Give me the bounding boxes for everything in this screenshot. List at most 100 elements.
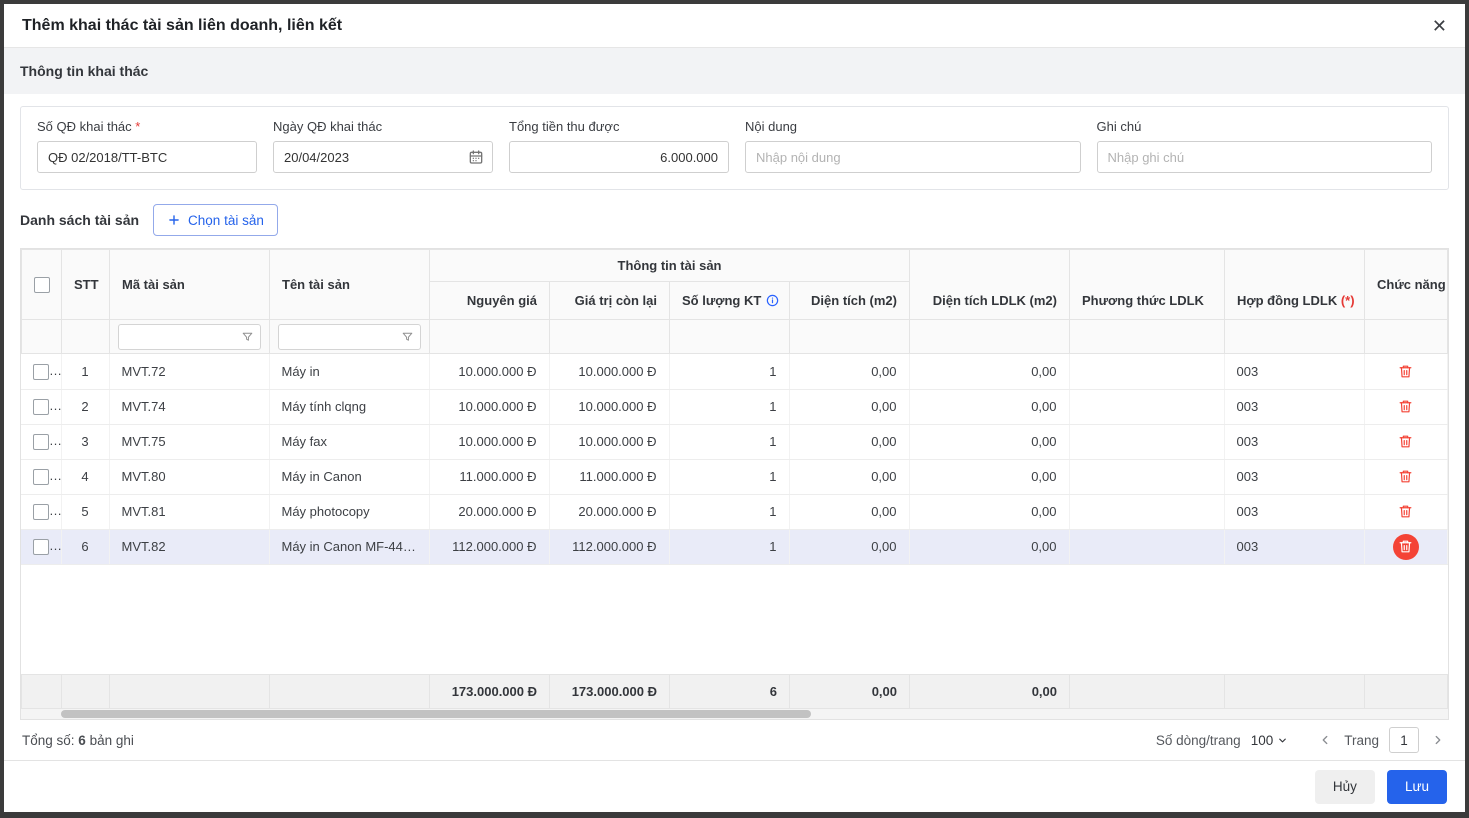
page-number-input[interactable]: 1 bbox=[1389, 727, 1419, 753]
info-section-title: Thông tin khai thác bbox=[20, 63, 149, 79]
cell-contract: 003 bbox=[1224, 494, 1365, 530]
required-asterisk: * bbox=[135, 119, 141, 134]
cell-contract: 003 bbox=[1224, 424, 1365, 460]
total-row: 173.000.000 Đ 173.000.000 Đ 6 0,00 0,00 bbox=[21, 674, 1448, 709]
delete-row-button[interactable] bbox=[1393, 358, 1419, 384]
chevron-left-icon bbox=[1318, 733, 1332, 747]
rows-per-page-select[interactable]: 100 bbox=[1251, 733, 1289, 748]
name-filter-input[interactable] bbox=[278, 323, 421, 350]
cell-remaining: 11.000.000 Đ bbox=[549, 459, 670, 495]
cell-name: Máy in Canon bbox=[269, 459, 430, 495]
prev-page-button[interactable] bbox=[1316, 731, 1334, 749]
horizontal-scrollbar[interactable] bbox=[21, 709, 1448, 719]
filter-icon[interactable] bbox=[401, 330, 414, 343]
cancel-button[interactable]: Hủy bbox=[1314, 769, 1375, 804]
decision-number-label: Số QĐ khai thác * bbox=[37, 119, 141, 134]
cell-method bbox=[1069, 424, 1225, 460]
choose-asset-button[interactable]: Chọn tài sản bbox=[153, 204, 278, 236]
total-amount-input[interactable] bbox=[509, 141, 729, 173]
row-checkbox[interactable] bbox=[33, 538, 49, 555]
info-icon[interactable] bbox=[766, 294, 779, 307]
cell-method bbox=[1069, 354, 1225, 390]
cell-name: Máy in bbox=[269, 354, 430, 390]
cell-method bbox=[1069, 529, 1225, 565]
decision-number-field: Số QĐ khai thác * bbox=[37, 119, 257, 173]
delete-row-button[interactable] bbox=[1393, 464, 1419, 490]
cell-remaining: 10.000.000 Đ bbox=[549, 424, 670, 460]
decision-date-field: Ngày QĐ khai thác bbox=[273, 119, 493, 173]
cell-area-ldlk: 0,00 bbox=[909, 354, 1070, 390]
note-input[interactable] bbox=[1096, 141, 1432, 173]
cell-contract: 003 bbox=[1224, 459, 1365, 495]
delete-row-button[interactable] bbox=[1392, 533, 1419, 560]
cell-area: 0,00 bbox=[789, 354, 910, 390]
cell-checkbox bbox=[21, 424, 62, 460]
add-asset-exploitation-dialog: Thêm khai thác tài sản liên doanh, liên … bbox=[4, 4, 1465, 812]
asset-list-header: Danh sách tài sản Chọn tài sản bbox=[20, 204, 1449, 236]
total-remaining: 173.000.000 Đ bbox=[549, 674, 670, 709]
cell-contract: 003 bbox=[1224, 354, 1365, 390]
row-checkbox[interactable] bbox=[33, 398, 49, 415]
total-cost: 173.000.000 Đ bbox=[429, 674, 550, 709]
dialog-header: Thêm khai thác tài sản liên doanh, liên … bbox=[4, 4, 1465, 48]
horizontal-scrollbar-thumb[interactable] bbox=[61, 710, 811, 718]
cell-qty: 1 bbox=[669, 354, 790, 390]
select-all-checkbox[interactable] bbox=[34, 276, 50, 293]
cell-name: Máy in Canon MF-445D... bbox=[269, 529, 430, 565]
cell-area-ldlk: 0,00 bbox=[909, 389, 1070, 425]
cell-cost: 10.000.000 Đ bbox=[429, 354, 550, 390]
table-row: 5 MVT.81 Máy photocopy 20.000.000 Đ 20.000.0… bbox=[21, 494, 1448, 530]
decision-date-input[interactable] bbox=[273, 141, 493, 173]
table-row: 6 MVT.82 Máy in Canon MF-445D... 112.000.00… bbox=[21, 529, 1448, 565]
cell-area: 0,00 bbox=[789, 494, 910, 530]
delete-row-button[interactable] bbox=[1393, 394, 1419, 420]
calendar-icon[interactable] bbox=[468, 149, 484, 165]
content-input[interactable] bbox=[745, 141, 1081, 173]
cell-actions bbox=[1364, 354, 1448, 390]
total-qty: 6 bbox=[669, 674, 790, 709]
record-count: Tổng số: 6 bản ghi bbox=[22, 732, 134, 748]
col-group-asset-info: Thông tin tài sản bbox=[429, 249, 910, 282]
cell-name: Máy fax bbox=[269, 424, 430, 460]
cell-actions bbox=[1364, 424, 1448, 460]
code-filter-input[interactable] bbox=[118, 323, 261, 350]
cell-cost: 10.000.000 Đ bbox=[429, 424, 550, 460]
total-area: 0,00 bbox=[789, 674, 910, 709]
select-all-header-cell bbox=[21, 249, 62, 320]
asset-table: STT Mã tài sản Tên tài sản Thông tin tài… bbox=[20, 248, 1449, 720]
delete-row-button[interactable] bbox=[1393, 429, 1419, 455]
cell-checkbox bbox=[21, 529, 62, 565]
trash-icon bbox=[1399, 540, 1412, 553]
col-header-remaining: Giá trị còn lại bbox=[549, 281, 670, 320]
cell-contract: 003 bbox=[1224, 529, 1365, 565]
col-header-method: Phương thức LDLK bbox=[1069, 249, 1225, 320]
asset-table-head: STT Mã tài sản Tên tài sản Thông tin tài… bbox=[21, 249, 1448, 354]
row-checkbox[interactable] bbox=[33, 363, 49, 380]
cell-code: MVT.80 bbox=[109, 459, 270, 495]
exploitation-form: Số QĐ khai thác * Ngày QĐ khai thác Tổng… bbox=[20, 106, 1449, 190]
total-amount-field: Tổng tiền thu được bbox=[509, 119, 729, 173]
cell-area: 0,00 bbox=[789, 424, 910, 460]
required-marker: (*) bbox=[1340, 293, 1355, 308]
cell-stt: 4 bbox=[61, 459, 110, 495]
cell-area: 0,00 bbox=[789, 389, 910, 425]
decision-number-input[interactable] bbox=[37, 141, 257, 173]
delete-row-button[interactable] bbox=[1393, 499, 1419, 525]
cell-cost: 112.000.000 Đ bbox=[429, 529, 550, 565]
trash-icon bbox=[1399, 400, 1412, 413]
row-checkbox[interactable] bbox=[33, 433, 49, 450]
cell-remaining: 10.000.000 Đ bbox=[549, 389, 670, 425]
next-page-button[interactable] bbox=[1429, 731, 1447, 749]
pagination: Số dòng/trang 100 Trang 1 bbox=[1156, 727, 1447, 753]
table-row: 4 MVT.80 Máy in Canon 11.000.000 Đ 11.000.00… bbox=[21, 459, 1448, 495]
close-button[interactable]: ✕ bbox=[1432, 17, 1447, 35]
table-row: 2 MVT.74 Máy tính clqng 10.000.000 Đ 10.000.… bbox=[21, 389, 1448, 425]
row-checkbox[interactable] bbox=[33, 468, 49, 485]
row-checkbox[interactable] bbox=[33, 503, 49, 520]
col-header-contract: Hợp đồng LDLK (*) bbox=[1224, 249, 1365, 320]
cell-stt: 3 bbox=[61, 424, 110, 460]
save-button[interactable]: Lưu bbox=[1386, 769, 1447, 804]
cell-qty: 1 bbox=[669, 389, 790, 425]
cell-name: Máy photocopy bbox=[269, 494, 430, 530]
filter-icon[interactable] bbox=[241, 330, 254, 343]
